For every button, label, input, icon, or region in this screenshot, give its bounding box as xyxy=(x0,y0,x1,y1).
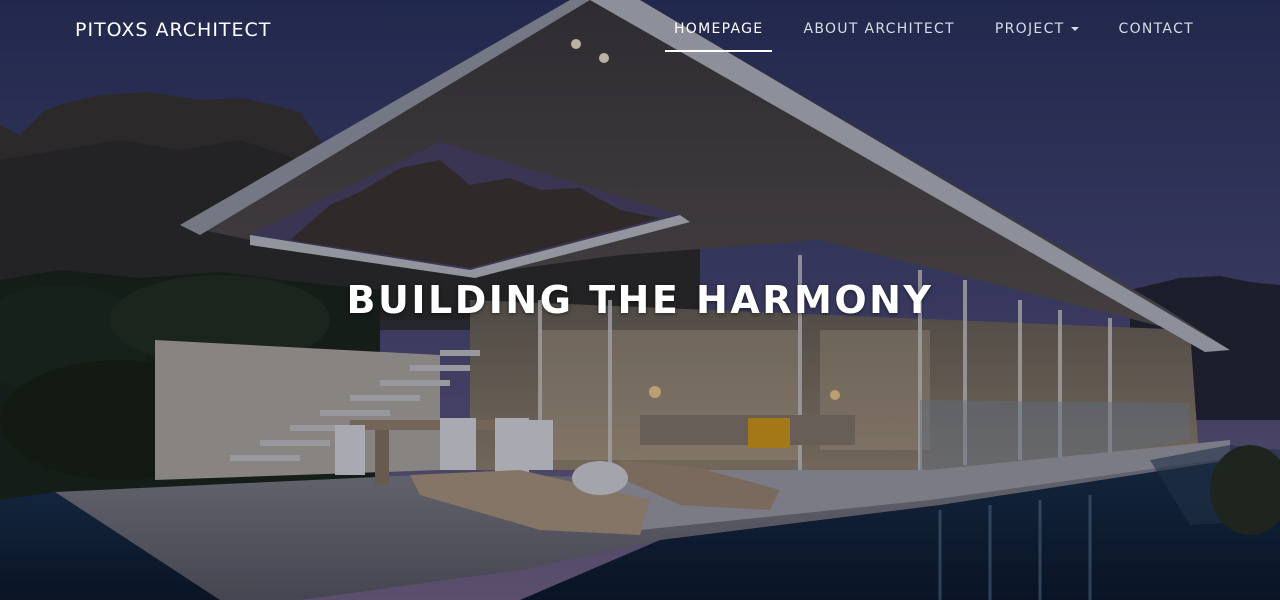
main-nav: HOMEPAGE ABOUT ARCHITECT PROJECT CONTACT xyxy=(654,0,1214,58)
nav-link-project[interactable]: PROJECT xyxy=(995,21,1079,37)
nav-link-homepage[interactable]: HOMEPAGE xyxy=(674,21,763,37)
nav-item-contact[interactable]: CONTACT xyxy=(1099,0,1215,58)
nav-item-homepage[interactable]: HOMEPAGE xyxy=(654,0,783,58)
active-nav-underline xyxy=(664,50,773,52)
nav-link-about-architect[interactable]: ABOUT ARCHITECT xyxy=(803,21,954,37)
hero-headline: BUILDING THE HARMONY xyxy=(346,278,934,322)
hero-section: PITOXS ARCHITECT HOMEPAGE ABOUT ARCHITEC… xyxy=(0,0,1280,600)
top-navbar: PITOXS ARCHITECT HOMEPAGE ABOUT ARCHITEC… xyxy=(0,0,1280,58)
caret-down-icon xyxy=(1070,27,1079,31)
nav-item-about-architect[interactable]: ABOUT ARCHITECT xyxy=(783,0,974,58)
nav-link-contact[interactable]: CONTACT xyxy=(1119,21,1195,37)
brand-logo-link[interactable]: PITOXS ARCHITECT xyxy=(75,19,271,41)
nav-link-project-label: PROJECT xyxy=(994,21,1065,37)
nav-item-project[interactable]: PROJECT xyxy=(975,0,1099,58)
